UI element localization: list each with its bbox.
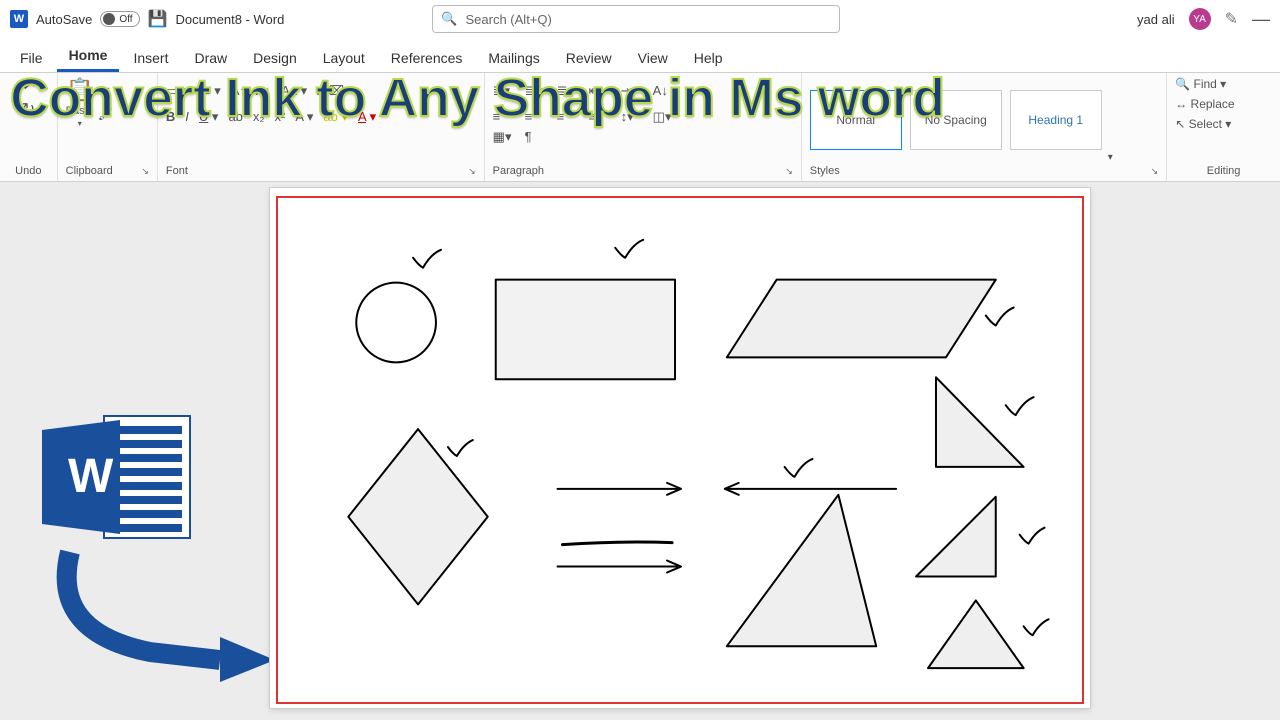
minimize-icon[interactable]: — [1252,9,1270,30]
document-workspace: W [0,182,1280,720]
clipboard-launcher-icon[interactable]: ↘ [141,166,149,177]
avatar[interactable]: YA [1189,8,1211,30]
draw-mode-icon[interactable]: ✎ [1225,9,1238,29]
group-label-styles: Styles [810,165,840,177]
search-placeholder: Search (Alt+Q) [466,12,552,27]
autosave-state: Off [119,14,132,25]
styles-launcher-icon[interactable]: ↘ [1151,166,1159,177]
paragraph-launcher-icon[interactable]: ↘ [785,166,793,177]
group-label-clipboard: Clipboard [66,165,113,177]
selection-box [276,196,1084,704]
tutorial-headline: Convert Ink to Any Shape in Ms word [10,67,1274,129]
ribbon: Convert Ink to Any Shape in Ms word ↶ ↻ … [0,73,1280,182]
title-bar: W AutoSave Off 💾 Document8 - Word 🔍 Sear… [0,0,1280,38]
save-icon[interactable]: 💾 [148,9,168,29]
group-label-paragraph: Paragraph [493,165,544,177]
shapes-canvas [278,198,1082,702]
group-label-font: Font [166,165,188,177]
autosave-toggle[interactable]: Off [100,11,139,27]
document-page[interactable] [270,188,1090,708]
search-icon: 🔍 [441,11,457,27]
group-label-undo: Undo [8,163,49,179]
svg-text:W: W [68,450,114,503]
word-app-icon: W [10,10,28,28]
search-input[interactable]: 🔍 Search (Alt+Q) [432,5,840,33]
arrow-graphic [40,542,280,692]
document-title: Document8 - Word [175,12,284,27]
font-launcher-icon[interactable]: ↘ [468,166,476,177]
word-logo-graphic: W [42,412,192,542]
show-marks-icon[interactable]: ¶ [525,129,549,145]
user-name: yad ali [1137,12,1175,27]
styles-expand-icon[interactable]: ▾ [1108,152,1113,163]
group-label-editing: Editing [1175,163,1272,179]
autosave-label: AutoSave [36,12,92,27]
borders-icon[interactable]: ▦▾ [493,129,517,145]
toggle-knob-icon [103,13,115,25]
